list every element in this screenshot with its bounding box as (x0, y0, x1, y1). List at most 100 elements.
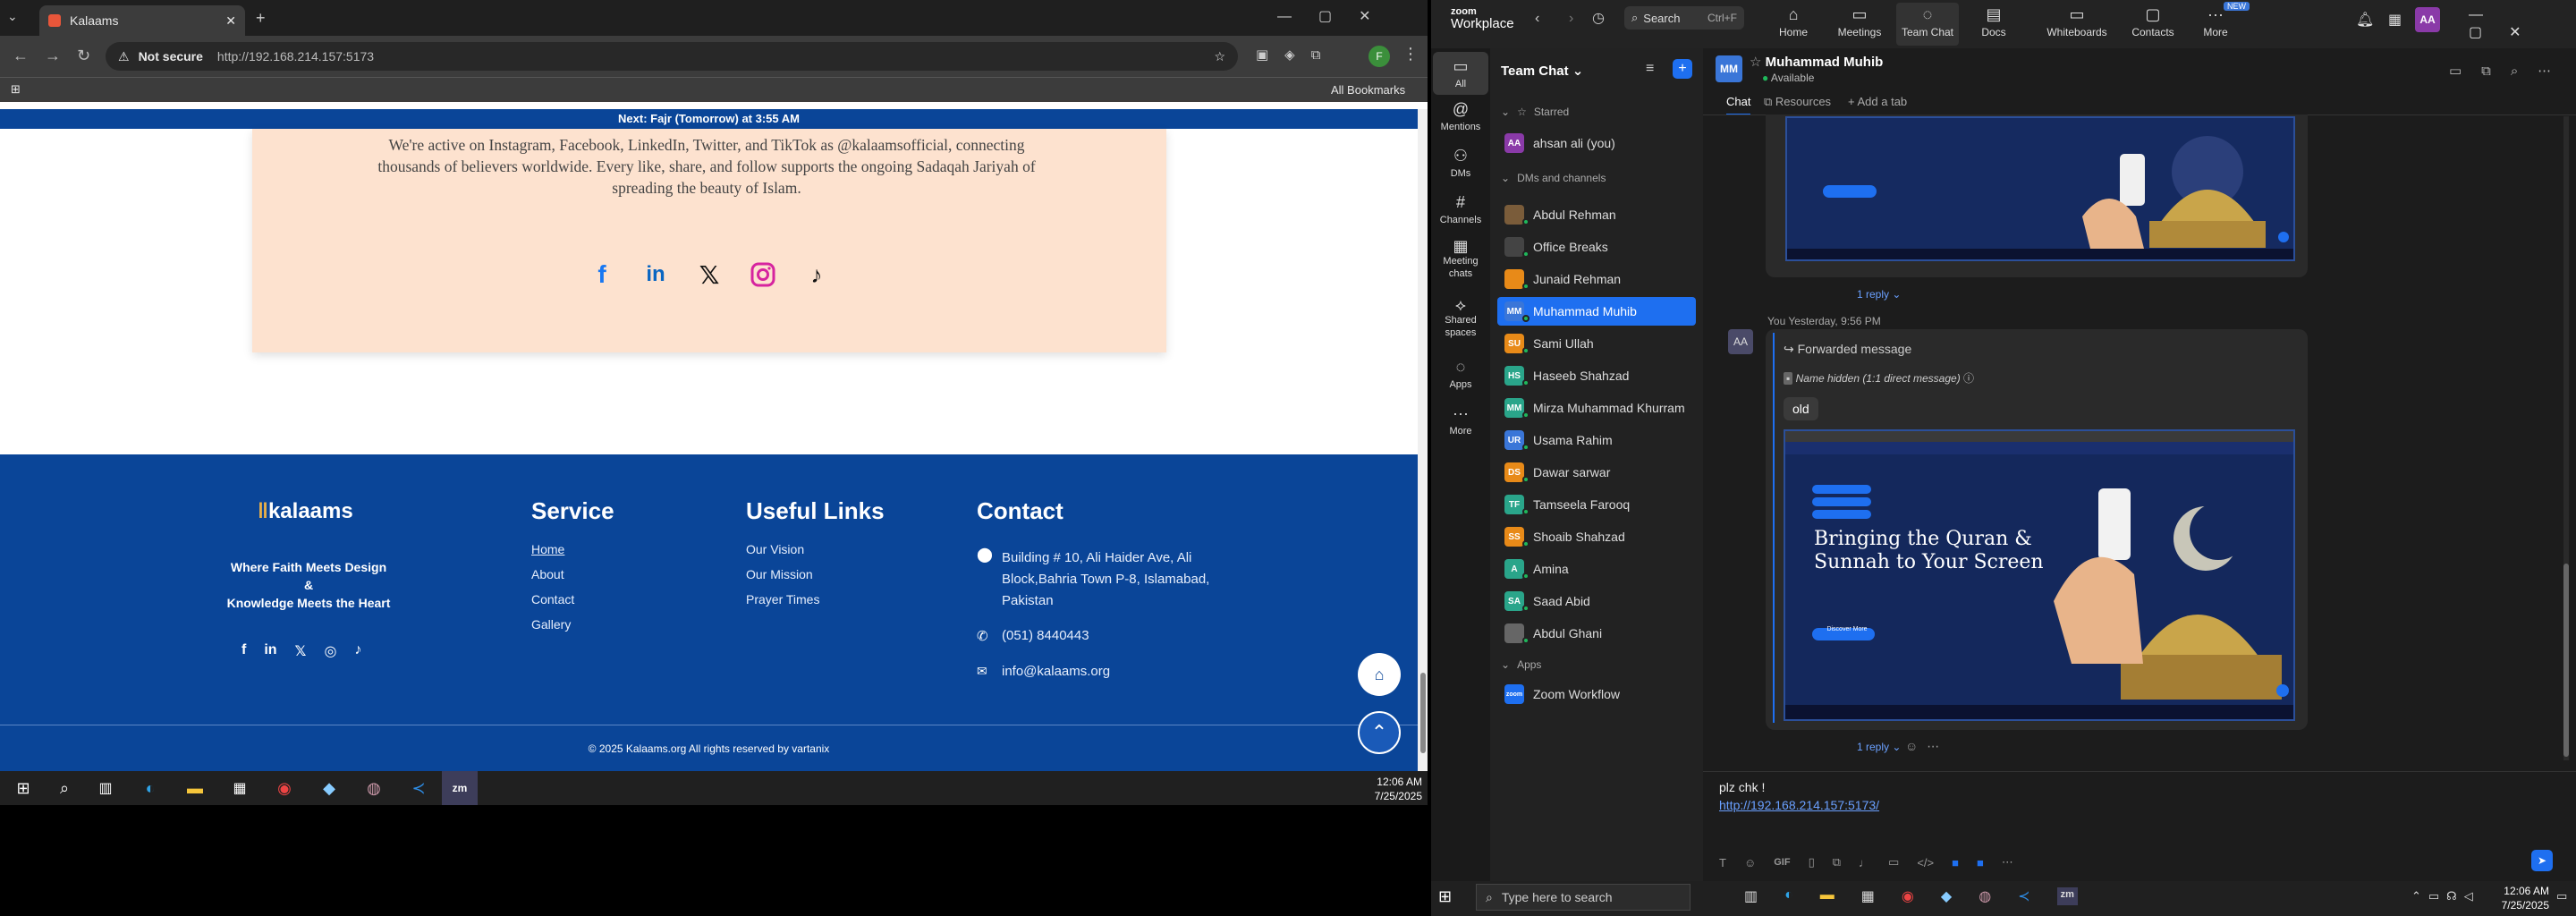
compose-text[interactable]: plz chk ! (1719, 780, 1765, 794)
zoom-taskbar-icon[interactable]: zm (2056, 887, 2078, 905)
nav-whiteboards[interactable]: ▭ Whiteboards (2041, 5, 2113, 38)
footer-email[interactable]: info@kalaams.org (1002, 664, 1110, 679)
send-button[interactable]: ➤ (2531, 850, 2553, 871)
dms-section[interactable]: ⌄ DMs and channels (1501, 172, 1606, 184)
reply-count-2[interactable]: 1 reply ⌄ (1857, 741, 1901, 753)
chrome-icon[interactable]: ◉ (1902, 887, 1914, 905)
reload-icon[interactable]: ↻ (77, 47, 90, 65)
chat-header-actions[interactable]: ▭⧉⌕⋯ (2449, 63, 2571, 79)
compose-link[interactable]: http://192.168.214.157:5173/ (1719, 798, 1879, 812)
tab-chat[interactable]: Chat (1726, 95, 1751, 115)
start-icon[interactable]: ⊞ (5, 771, 41, 805)
rail-shared-spaces[interactable]: ⟡ Shared spaces (1433, 297, 1488, 339)
footer-facebook-icon[interactable]: f (242, 642, 246, 660)
instagram-icon[interactable] (748, 259, 778, 290)
profile-avatar[interactable]: F (1368, 46, 1390, 67)
tab-search-icon[interactable]: ⌄ (7, 9, 18, 24)
dm-item[interactable]: Abdul Ghani (1497, 619, 1696, 648)
app-icon-2[interactable]: ■ (1977, 856, 1984, 869)
apps-section[interactable]: ⌄ Apps (1501, 658, 1541, 671)
url-bar[interactable]: ⚠ Not secure http://192.168.214.157:5173… (106, 42, 1238, 71)
dm-item[interactable]: HS Haseeb Shahzad (1497, 361, 1696, 390)
back-icon[interactable]: ← (13, 47, 29, 65)
website-screenshot-2[interactable] (1784, 429, 2295, 721)
starred-section[interactable]: ⌄ ☆ Starred (1501, 106, 1569, 118)
apps-grid-icon[interactable]: ⊞ (11, 82, 21, 97)
x-icon[interactable]: 𝕏 (694, 259, 724, 290)
tab-add[interactable]: + Add a tab (1848, 95, 1907, 108)
forward-icon[interactable]: → (45, 47, 61, 65)
calendar-icon[interactable]: ▦ (2388, 11, 2402, 29)
rail-all[interactable]: ▭ All (1433, 52, 1488, 95)
footer-link-mission[interactable]: Our Mission (746, 567, 813, 581)
window-controls[interactable]: —▢✕ (1277, 7, 1398, 25)
rail-meeting-chats[interactable]: ▦ Meeting chats (1433, 238, 1488, 280)
dm-item[interactable]: MM Mirza Muhammad Khurram (1497, 394, 1696, 422)
nav-docs[interactable]: ▤ Docs (1962, 5, 2025, 38)
footer-instagram-icon[interactable]: ◎ (324, 642, 336, 660)
url-text[interactable]: http://192.168.214.157:5173 (217, 49, 374, 64)
nav-contacts[interactable]: ▢ Contacts (2122, 5, 2184, 38)
dm-item[interactable]: SU Sami Ullah (1497, 329, 1696, 358)
taskbar-search-icon[interactable]: ⌕ (47, 771, 82, 805)
screenshot-icon[interactable]: ⧉ (1833, 855, 1841, 869)
dm-item[interactable]: SA Saad Abid (1497, 587, 1696, 615)
reaction-icons[interactable]: ☺⋯ (1905, 739, 1948, 754)
dm-item[interactable]: DS Dawar sarwar (1497, 458, 1696, 487)
edge-icon[interactable]: ◐ (132, 771, 168, 805)
dm-item[interactable]: Office Breaks (1497, 233, 1696, 261)
app-icon-1[interactable]: ■ (1952, 856, 1959, 869)
app-icon[interactable]: ◆ (1941, 887, 1952, 905)
chat-launcher-button[interactable]: ⌂ (1358, 653, 1401, 696)
file-explorer-icon[interactable]: ▬ (177, 771, 213, 805)
github-desktop-icon[interactable]: ◍ (1979, 887, 1991, 905)
linkedin-icon[interactable]: in (640, 259, 671, 290)
dm-item[interactable]: UR Usama Rahim (1497, 426, 1696, 454)
task-view-icon[interactable]: ▥ (1744, 887, 1758, 905)
star-icon[interactable]: ☆ (1214, 49, 1225, 64)
app-icon[interactable]: ◆ (311, 771, 347, 805)
chat-header-name[interactable]: ☆ Muhammad Muhib (1750, 54, 1883, 70)
dm-item[interactable]: TF Tamseela Farooq (1497, 490, 1696, 519)
emoji-icon[interactable]: ☺ (1744, 856, 1756, 869)
attach-file-icon[interactable]: ▯ (1809, 855, 1815, 869)
taskbar-search-box[interactable]: ⌕ Type here to search (1476, 884, 1690, 911)
github-desktop-icon[interactable]: ◍ (356, 771, 392, 805)
footer-phone[interactable]: (051) 8440443 (1002, 628, 1089, 643)
footer-link-prayer-times[interactable]: Prayer Times (746, 592, 819, 606)
rail-apps[interactable]: ◌ Apps (1433, 358, 1488, 390)
footer-linkedin-icon[interactable]: in (264, 642, 276, 660)
zoom-taskbar-icon[interactable]: zm (442, 771, 478, 805)
footer-link-about[interactable]: About (531, 567, 564, 581)
dm-item[interactable]: A Amina (1497, 555, 1696, 583)
footer-link-home[interactable]: Home (531, 542, 564, 556)
new-tab-icon[interactable]: + (256, 9, 266, 28)
dm-item[interactable]: SS Shoaib Shahzad (1497, 522, 1696, 551)
zoom-back-icon[interactable]: ‹ (1535, 11, 1539, 27)
more-options-icon[interactable]: ⋯ (2002, 855, 2013, 869)
mic-icon[interactable]: ♩ (1859, 856, 1870, 869)
store-icon[interactable]: ▦ (1861, 887, 1875, 905)
chat-scrollbar-thumb[interactable] (2563, 564, 2569, 757)
zoom-search[interactable]: ⌕ Search Ctrl+F (1624, 6, 1744, 30)
scroll-to-top-button[interactable]: ⌃ (1358, 711, 1401, 754)
new-chat-button[interactable]: + (1673, 59, 1692, 79)
all-bookmarks[interactable]: All Bookmarks (1331, 83, 1405, 97)
footer-tiktok-icon[interactable]: ♪ (354, 642, 361, 660)
scrollbar-thumb[interactable] (1420, 673, 1426, 753)
bell-icon[interactable]: 🔔︎ (2356, 11, 2374, 29)
footer-link-contact[interactable]: Contact (531, 592, 574, 606)
footer-link-gallery[interactable]: Gallery (531, 617, 571, 632)
nav-team-chat[interactable]: ◌ Team Chat (1896, 3, 1959, 46)
vscode-icon[interactable]: ≺ (2018, 887, 2029, 905)
system-tray-icons[interactable]: ⌃▭☊◁ (2411, 889, 2480, 903)
format-icon[interactable]: T (1719, 856, 1726, 869)
start-icon-right[interactable]: ⊞ (1438, 887, 1452, 906)
nav-meetings[interactable]: ▭ Meetings (1828, 5, 1891, 38)
rail-mentions[interactable]: @ Mentions (1433, 100, 1488, 132)
close-tab-icon[interactable]: ✕ (225, 13, 236, 29)
reply-count-1[interactable]: 1 reply ⌄ (1857, 288, 1901, 301)
history-icon[interactable]: ◷ (1592, 9, 1605, 27)
extension-icons[interactable]: ▣◈⧉ (1256, 47, 1336, 63)
zoom-window-controls[interactable]: —▢✕ (2469, 7, 2576, 41)
